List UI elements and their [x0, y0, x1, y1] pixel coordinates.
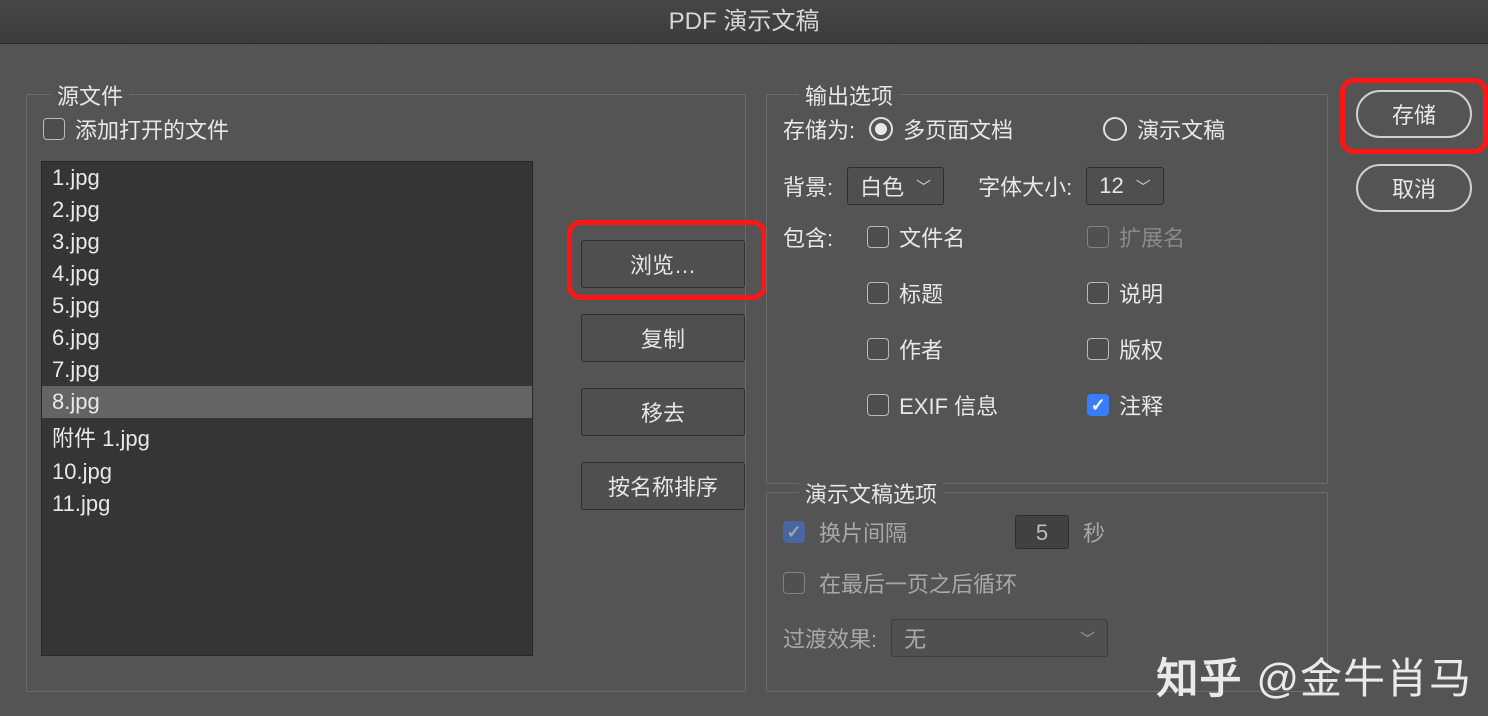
include-filename-label: 文件名: [899, 221, 965, 253]
output-options-legend: 输出选项: [799, 79, 899, 111]
watermark-text: @金牛肖马: [1256, 645, 1472, 706]
font-size-label: 字体大小:: [978, 170, 1072, 202]
output-options-panel: 输出选项 存储为: 多页面文档 演示文稿 背景: 白色 ﹀ 字体大小:: [766, 94, 1328, 484]
include-notes-checkbox[interactable]: [1087, 394, 1109, 416]
window-title: PDF 演示文稿: [0, 0, 1488, 44]
interval-input: 5: [1015, 515, 1069, 549]
include-title-label: 标题: [899, 277, 943, 309]
add-open-files-row: 添加打开的文件: [43, 113, 229, 145]
include-extension-label: 扩展名: [1119, 221, 1185, 253]
include-desc-label: 说明: [1119, 277, 1163, 309]
radio-presentation[interactable]: [1103, 117, 1127, 141]
include-filename-checkbox[interactable]: [867, 226, 889, 248]
file-item[interactable]: 11.jpg: [42, 488, 532, 520]
include-author-checkbox[interactable]: [867, 338, 889, 360]
include-notes-label: 注释: [1119, 389, 1163, 421]
background-value: 白色: [860, 170, 904, 202]
zhihu-logo: 知乎: [1156, 645, 1242, 706]
add-open-files-label: 添加打开的文件: [75, 113, 229, 145]
cancel-button[interactable]: 取消: [1356, 164, 1472, 212]
sort-by-name-button[interactable]: 按名称排序: [581, 462, 745, 510]
include-author-label: 作者: [899, 333, 943, 365]
file-item[interactable]: 5.jpg: [42, 290, 532, 322]
file-item[interactable]: 1.jpg: [42, 162, 532, 194]
interval-unit: 秒: [1083, 516, 1105, 548]
chevron-down-icon: ﹀: [916, 176, 931, 197]
include-exif-label: EXIF 信息: [899, 389, 998, 421]
chevron-down-icon: ﹀: [1136, 176, 1151, 197]
watermark: 知乎 @金牛肖马: [1156, 645, 1472, 706]
file-item[interactable]: 7.jpg: [42, 354, 532, 386]
include-desc-checkbox[interactable]: [1087, 282, 1109, 304]
file-item[interactable]: 3.jpg: [42, 226, 532, 258]
font-size-value: 12: [1099, 173, 1123, 199]
transition-value: 无: [904, 622, 926, 654]
interval-checkbox: [783, 521, 805, 543]
font-size-select[interactable]: 12 ﹀: [1086, 167, 1164, 205]
file-item[interactable]: 2.jpg: [42, 194, 532, 226]
browse-button[interactable]: 浏览…: [581, 240, 745, 288]
transition-label: 过渡效果:: [783, 622, 877, 654]
file-item[interactable]: 6.jpg: [42, 322, 532, 354]
include-copyright-checkbox[interactable]: [1087, 338, 1109, 360]
radio-presentation-label: 演示文稿: [1137, 113, 1225, 145]
interval-label: 换片间隔: [819, 516, 907, 548]
file-item[interactable]: 附件 1.jpg: [42, 418, 532, 456]
file-item[interactable]: 8.jpg: [42, 386, 532, 418]
save-as-label: 存储为:: [783, 113, 855, 145]
background-label: 背景:: [783, 170, 833, 202]
background-select[interactable]: 白色 ﹀: [847, 167, 944, 205]
radio-multi-page[interactable]: [869, 117, 893, 141]
copy-button[interactable]: 复制: [581, 314, 745, 362]
include-exif-checkbox[interactable]: [867, 394, 889, 416]
save-button[interactable]: 存储: [1356, 90, 1472, 138]
presentation-options-legend: 演示文稿选项: [799, 477, 943, 509]
include-copyright-label: 版权: [1119, 333, 1163, 365]
file-item[interactable]: 4.jpg: [42, 258, 532, 290]
chevron-down-icon: ﹀: [1080, 628, 1095, 649]
source-files-legend: 源文件: [51, 79, 129, 111]
transition-select: 无 ﹀: [891, 619, 1108, 657]
loop-checkbox: [783, 572, 805, 594]
include-label: 包含:: [783, 221, 833, 253]
remove-button[interactable]: 移去: [581, 388, 745, 436]
file-item[interactable]: 10.jpg: [42, 456, 532, 488]
add-open-files-checkbox[interactable]: [43, 118, 65, 140]
include-title-checkbox[interactable]: [867, 282, 889, 304]
source-files-panel: 源文件 添加打开的文件 1.jpg2.jpg3.jpg4.jpg5.jpg6.j…: [26, 94, 746, 692]
loop-label: 在最后一页之后循环: [819, 567, 1017, 599]
radio-multi-page-label: 多页面文档: [903, 113, 1013, 145]
include-extension-checkbox: [1087, 226, 1109, 248]
file-list[interactable]: 1.jpg2.jpg3.jpg4.jpg5.jpg6.jpg7.jpg8.jpg…: [41, 161, 533, 656]
